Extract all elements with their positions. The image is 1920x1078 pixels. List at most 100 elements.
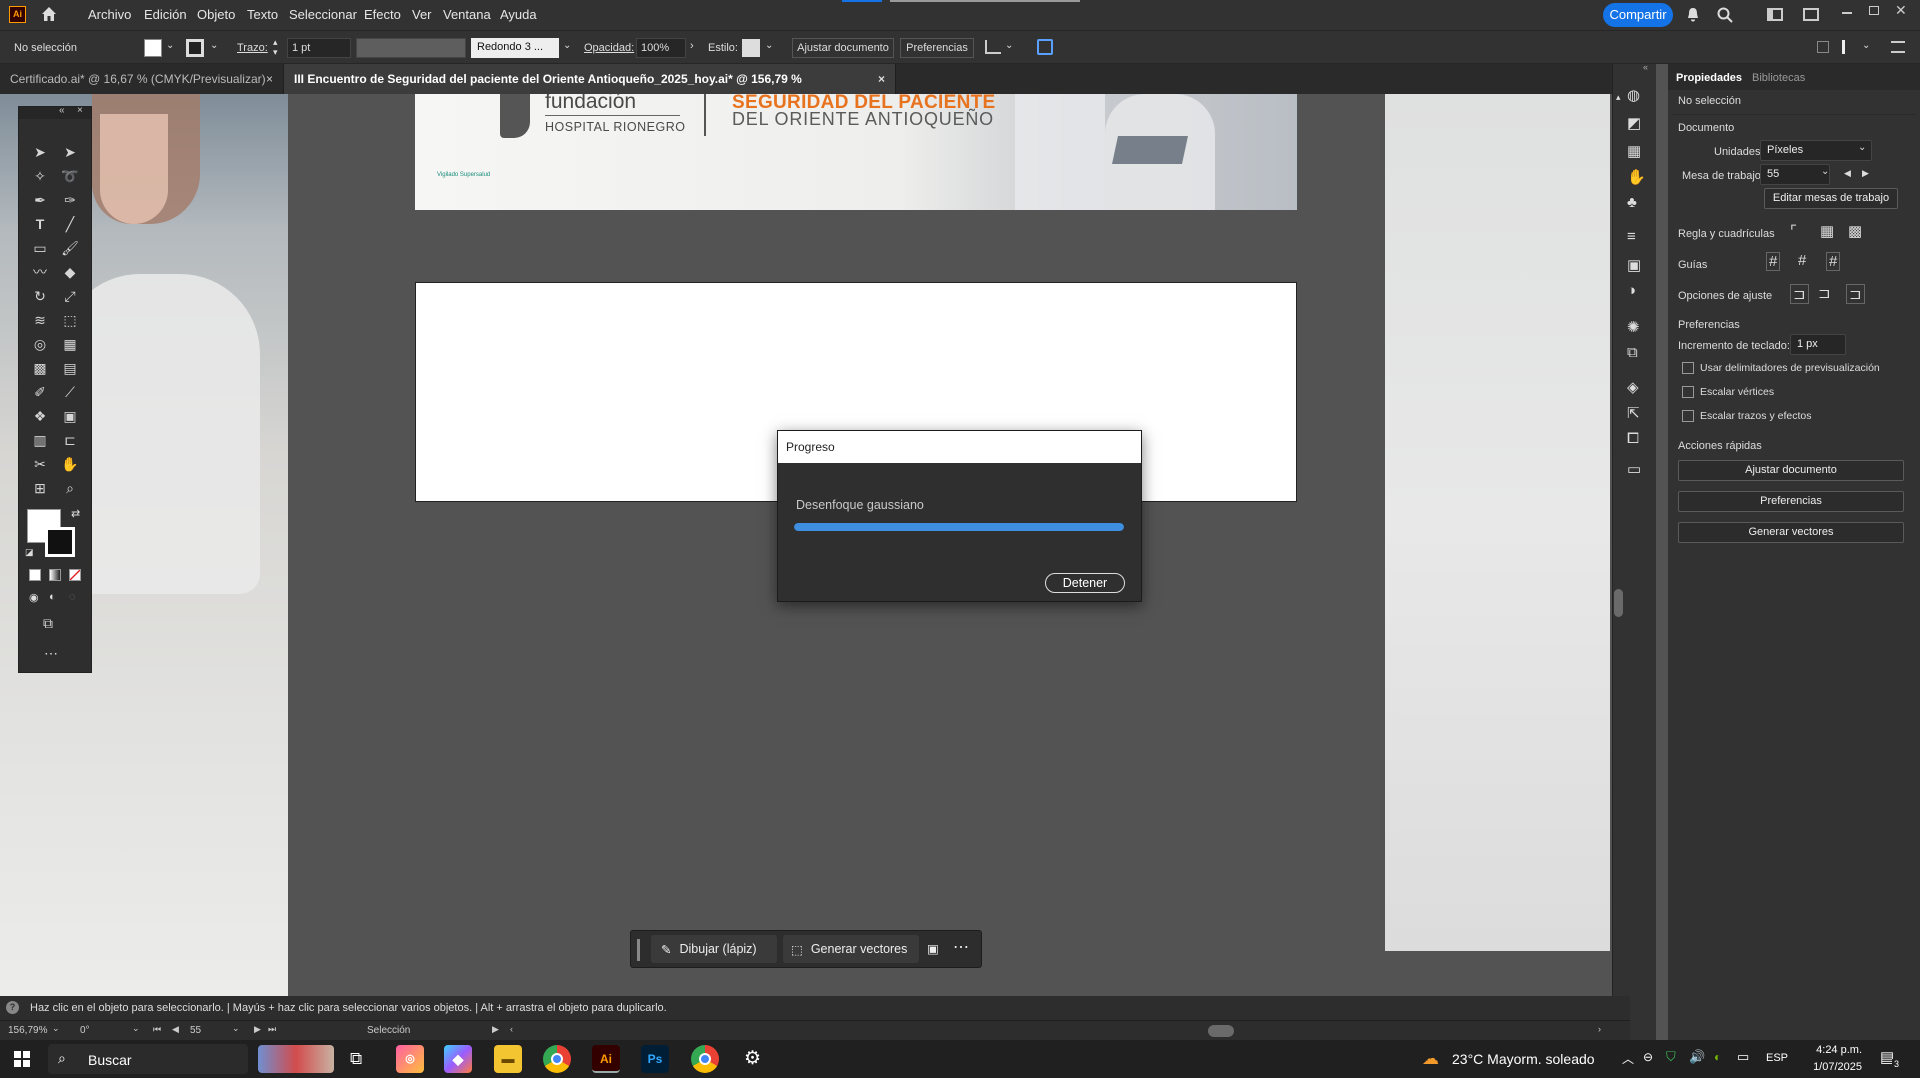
brush-select[interactable]: Redondo 3 ...	[471, 38, 559, 58]
link-icon[interactable]: ⊖	[1643, 1050, 1653, 1064]
artboard-select[interactable]: 55	[1760, 164, 1830, 185]
paintbrush-icon[interactable]: 🖌	[59, 237, 81, 259]
menu-efecto[interactable]: Efecto	[364, 7, 401, 22]
first-artboard-icon[interactable]: ⏮	[153, 1024, 161, 1035]
mesh-icon[interactable]: ▩	[29, 357, 51, 379]
line-tool-icon[interactable]: ╱	[59, 213, 81, 235]
tab-close-icon[interactable]: ×	[266, 64, 273, 94]
menu-objeto[interactable]: Objeto	[197, 7, 235, 22]
qa-generate-vectors-button[interactable]: Generar vectores	[1678, 522, 1904, 543]
grid-icon[interactable]: ▦	[1820, 222, 1834, 240]
news-widget-icon[interactable]	[258, 1045, 334, 1073]
bell-icon[interactable]	[1684, 6, 1702, 24]
draw-mode-icon[interactable]: ◉	[29, 591, 39, 604]
ctx-grip[interactable]	[637, 939, 640, 961]
minimize-icon[interactable]	[1842, 12, 1852, 14]
preview-bounds-row[interactable]: Usar delimitadores de previsualización	[1682, 362, 1880, 375]
gradient-icon[interactable]: ▤	[59, 357, 81, 379]
artboard-nav-dropdown-icon[interactable]: ⌄	[232, 1023, 240, 1034]
stroke-dropdown-icon[interactable]: ⌄	[210, 40, 218, 51]
tab-properties[interactable]: Propiedades	[1676, 72, 1742, 84]
weather-text[interactable]: 23°C Mayorm. soleado	[1452, 1051, 1595, 1067]
prev-artboard-icon[interactable]: ◀	[1844, 168, 1851, 179]
photoshop-taskbar-icon[interactable]: Ps	[641, 1045, 669, 1073]
default-colors-icon[interactable]: ◪	[25, 547, 34, 558]
ctx-options-icon[interactable]: ▣	[927, 941, 939, 956]
rotate-icon[interactable]: ↻	[29, 285, 51, 307]
horizontal-scrollbar[interactable]	[1208, 1025, 1234, 1037]
eyedropper-icon[interactable]: ✐	[29, 381, 51, 403]
panel-close-icon[interactable]: ×	[77, 105, 83, 116]
menu-archivo[interactable]: Archivo	[88, 7, 131, 22]
arrange-icon[interactable]	[1803, 8, 1819, 21]
next-artboard-nav-icon[interactable]: ▶	[254, 1024, 261, 1035]
last-artboard-icon[interactable]: ⏭	[268, 1024, 276, 1035]
copilot-app-icon[interactable]: ◎	[396, 1045, 424, 1073]
stroke-swatch[interactable]	[186, 39, 204, 57]
dock-scroll-up-icon[interactable]: ▴	[1616, 92, 1621, 103]
swap-colors-icon[interactable]: ⇄	[71, 507, 80, 520]
clock-date[interactable]: 1/07/2025	[1803, 1061, 1862, 1073]
illustrator-taskbar-icon[interactable]: Ai	[592, 1045, 620, 1073]
chrome-profile-icon[interactable]	[691, 1045, 719, 1073]
hand-tool-icon[interactable]: ✋	[59, 453, 81, 475]
rulers-icon[interactable]: ⌜	[1790, 222, 1797, 240]
selection-tool-icon[interactable]: ➤	[29, 141, 51, 163]
style-swatch[interactable]	[742, 39, 760, 57]
edit-toolbar-icon[interactable]: ⋯	[44, 645, 58, 662]
nvidia-icon[interactable]: ◐	[1714, 1050, 1721, 1064]
opacity-input[interactable]: 100%	[636, 38, 686, 58]
workspace-icon[interactable]	[1767, 8, 1783, 21]
share-button[interactable]: Compartir	[1603, 3, 1673, 27]
tab-certificado[interactable]: Certificado.ai* @ 16,67 % (CMYK/Previsua…	[0, 64, 284, 94]
direct-selection-icon[interactable]: ➤	[59, 141, 81, 163]
gradient-mode-icon[interactable]	[49, 569, 61, 581]
collapse-icon[interactable]: «	[59, 105, 65, 116]
transparency-icon[interactable]: ◑	[1627, 282, 1636, 299]
snap-pixel-icon[interactable]: ⊐	[1818, 284, 1831, 302]
units-select[interactable]: Píxeles	[1760, 140, 1872, 161]
fill-swatch[interactable]	[144, 39, 162, 57]
home-icon[interactable]	[40, 5, 58, 23]
display-icon[interactable]: ▭	[1737, 1049, 1749, 1065]
recolor-icon[interactable]	[1037, 39, 1053, 55]
screen-mode-icon[interactable]: ⧉	[43, 615, 53, 632]
texture-artboard[interactable]	[1385, 94, 1610, 951]
artboard-tool-icon[interactable]: ⊏	[59, 429, 81, 451]
more-options-icon[interactable]: ⋯	[953, 937, 969, 957]
scale-icon[interactable]: ⤢	[59, 285, 81, 307]
pen-tool-icon[interactable]: ✒	[29, 189, 51, 211]
align-dropdown-icon[interactable]: ⌄	[1005, 40, 1013, 51]
qa-fit-document-button[interactable]: Ajustar documento	[1678, 460, 1904, 481]
swatches-icon[interactable]: ▦	[1627, 142, 1641, 160]
draw-pencil-button[interactable]: ✎ Dibujar (lápiz)	[651, 935, 777, 963]
clock-time[interactable]: 4:24 p.m.	[1810, 1044, 1862, 1056]
stop-button[interactable]: Detener	[1045, 573, 1125, 593]
color-guide-icon[interactable]: ◩	[1627, 114, 1641, 132]
taskbar-search[interactable]: ⌕ Buscar	[48, 1044, 248, 1074]
lock-guides-icon[interactable]: #	[1798, 252, 1806, 269]
chrome-icon[interactable]	[543, 1045, 571, 1073]
menu-ayuda[interactable]: Ayuda	[500, 7, 537, 22]
dock-collapse-icon[interactable]: «	[1643, 62, 1648, 72]
menu-seleccionar[interactable]: Seleccionar	[289, 7, 357, 22]
next-artboard-icon[interactable]: ▶	[1862, 168, 1869, 179]
menu-edicion[interactable]: Edición	[144, 7, 187, 22]
tab-libraries[interactable]: Bibliotecas	[1752, 72, 1805, 84]
restore-icon[interactable]	[1869, 6, 1879, 15]
rotation-dropdown-icon[interactable]: ⌄	[132, 1023, 140, 1034]
menu-texto[interactable]: Texto	[247, 7, 278, 22]
artboard-number[interactable]: 55	[190, 1025, 201, 1036]
stroke-panel-icon[interactable]: ≡	[1627, 228, 1636, 245]
tab-close-icon[interactable]: ×	[878, 64, 885, 94]
zoom-level[interactable]: 156,79%	[8, 1025, 47, 1036]
hscroll-left-icon[interactable]: ‹	[510, 1024, 513, 1034]
snap-glyph-icon[interactable]: ⊐	[1846, 284, 1865, 304]
appearance-icon[interactable]: ✺	[1627, 318, 1640, 336]
snap-point-icon[interactable]: ⊐	[1790, 284, 1809, 304]
color-mode-icon[interactable]	[29, 569, 41, 581]
blend-icon[interactable]: ❖	[29, 405, 51, 427]
stroke-stepper-icon[interactable]: ▴ ▾	[273, 37, 278, 57]
task-view-icon[interactable]: ⧉	[350, 1049, 362, 1069]
transparency-grid-icon[interactable]: ▩	[1848, 222, 1862, 240]
